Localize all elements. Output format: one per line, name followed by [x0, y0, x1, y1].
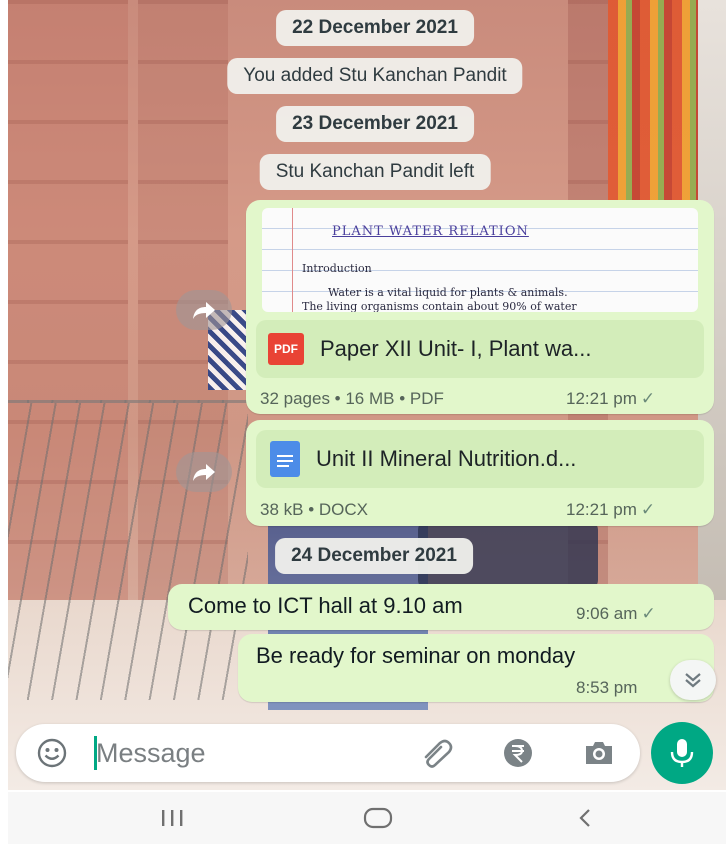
- forward-button[interactable]: [176, 290, 232, 330]
- date-separator: 23 December 2021: [276, 106, 474, 142]
- scroll-down-icon: [685, 673, 701, 688]
- docx-message-bubble[interactable]: Unit II Mineral Nutrition.d... 38 kB • D…: [246, 420, 714, 526]
- date-separator: 24 December 2021: [275, 538, 473, 574]
- file-meta: 32 pages • 16 MB • PDF: [260, 389, 444, 408]
- recents-button[interactable]: [158, 806, 188, 835]
- message-time: 12:21 pm: [566, 389, 637, 408]
- sent-tick-icon: ✓: [641, 604, 656, 623]
- emoji-icon: [37, 738, 67, 768]
- attach-button[interactable]: [420, 737, 456, 774]
- message-time-row: 12:21 pm ✓: [566, 500, 655, 520]
- payment-button[interactable]: [502, 737, 534, 774]
- forward-button[interactable]: [176, 452, 232, 492]
- message-time-row: 9:06 am ✓: [576, 604, 656, 624]
- docx-file-row[interactable]: Unit II Mineral Nutrition.d...: [256, 430, 704, 488]
- preview-margin-line: [292, 208, 293, 312]
- text-message-bubble[interactable]: Be ready for seminar on monday 8:53 pm: [238, 634, 714, 702]
- message-time: 8:53 pm: [576, 678, 638, 697]
- message-input[interactable]: [96, 732, 396, 774]
- wallpaper-railing: [8, 400, 248, 700]
- camera-button[interactable]: [582, 737, 616, 774]
- message-composer: [16, 724, 640, 782]
- file-name: Paper XII Unit- I, Plant wa...: [320, 336, 592, 361]
- camera-icon: [586, 742, 612, 764]
- sent-tick-icon: ✓: [640, 389, 656, 408]
- scroll-down-button[interactable]: [670, 660, 716, 700]
- date-separator: 22 December 2021: [276, 10, 474, 46]
- rupee-icon: [504, 739, 532, 767]
- pdf-file-row[interactable]: PDF Paper XII Unit- I, Plant wa...: [256, 320, 704, 378]
- back-icon: [579, 809, 590, 827]
- attach-icon: [424, 739, 453, 768]
- home-button[interactable]: [362, 806, 394, 835]
- preview-title: PLANT WATER RELATION: [332, 224, 529, 239]
- sent-tick-icon: ✓: [640, 500, 656, 519]
- file-meta: 38 kB • DOCX: [260, 500, 368, 519]
- pdf-preview-thumbnail[interactable]: PLANT WATER RELATION Introduction Water …: [262, 208, 698, 312]
- recents-icon: [162, 810, 183, 826]
- pdf-file-icon: PDF: [268, 333, 304, 365]
- message-time-row: 12:21 pm ✓: [566, 389, 655, 409]
- file-name: Unit II Mineral Nutrition.d...: [316, 446, 577, 471]
- voice-record-button[interactable]: [651, 722, 713, 784]
- preview-line: The living organisms contain about 90% o…: [302, 300, 577, 312]
- message-time: 9:06 am: [576, 604, 638, 623]
- preview-line: Water is a vital liquid for plants & ani…: [328, 286, 568, 299]
- message-text: Come to ICT hall at 9.10 am: [188, 593, 463, 618]
- system-message: You added Stu Kanchan Pandit: [227, 58, 523, 94]
- back-button[interactable]: [574, 806, 598, 835]
- message-text: Be ready for seminar on monday: [256, 643, 576, 668]
- text-message-bubble[interactable]: Come to ICT hall at 9.10 am 9:06 am ✓: [168, 584, 714, 630]
- pdf-message-bubble[interactable]: PLANT WATER RELATION Introduction Water …: [246, 200, 714, 414]
- home-icon: [363, 807, 393, 829]
- system-nav-bar: [8, 792, 726, 844]
- docx-file-icon: [270, 441, 300, 477]
- mic-icon: [670, 739, 694, 767]
- forward-icon: [193, 302, 215, 319]
- wallpaper-flowers: [608, 0, 698, 200]
- forward-icon: [193, 464, 215, 481]
- message-time: 12:21 pm: [566, 500, 637, 519]
- system-message: Stu Kanchan Pandit left: [259, 154, 491, 190]
- emoji-button[interactable]: [36, 737, 68, 774]
- preview-line: Introduction: [302, 262, 372, 275]
